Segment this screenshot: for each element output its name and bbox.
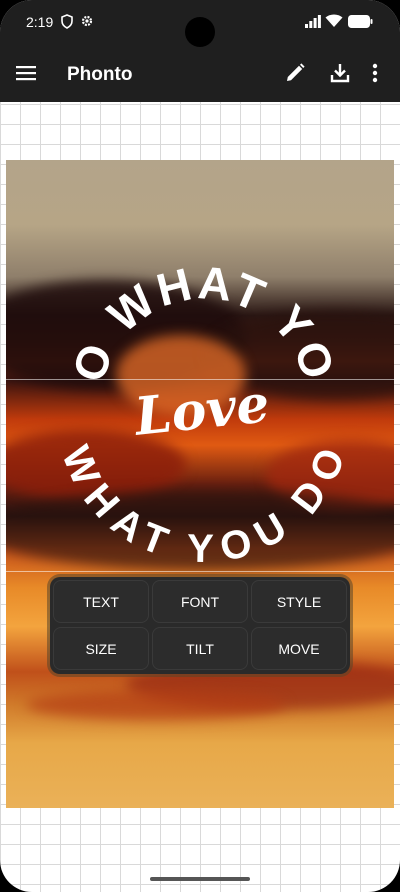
selection-guide-bottom — [6, 571, 394, 572]
love-script-text: Love — [130, 373, 272, 448]
arc-text-bottom: WHAT YOU DO — [53, 440, 355, 571]
text-button[interactable]: TEXT — [53, 580, 149, 623]
selection-guide-top — [6, 379, 394, 380]
font-button[interactable]: FONT — [152, 580, 248, 623]
arc-text-top: DO WHAT YOU — [6, 160, 346, 388]
editing-canvas[interactable]: DO WHAT YOU WHAT YOU DO Love — [6, 160, 394, 808]
status-time: 2:19 — [26, 14, 54, 30]
text-controls-panel: TEXT FONT STYLE SIZE TILT MOVE — [50, 577, 350, 674]
more-vert-icon[interactable] — [370, 62, 396, 88]
battery-icon — [348, 15, 373, 33]
style-button[interactable]: STYLE — [251, 580, 347, 623]
shield-icon — [60, 14, 74, 34]
status-bar: 2:19 — [0, 0, 400, 48]
app-bar: Phonto — [0, 48, 400, 102]
download-icon[interactable] — [329, 62, 355, 88]
settings-gear-icon — [80, 14, 94, 33]
menu-icon[interactable] — [15, 62, 41, 88]
edit-pencil-icon[interactable] — [284, 62, 310, 88]
tilt-button[interactable]: TILT — [152, 627, 248, 670]
circular-text-artwork[interactable]: DO WHAT YOU WHAT YOU DO Love — [6, 160, 394, 808]
move-button[interactable]: MOVE — [251, 627, 347, 670]
signal-icon — [305, 15, 321, 33]
wifi-icon — [325, 14, 343, 33]
gesture-nav-bar[interactable] — [150, 877, 250, 881]
size-button[interactable]: SIZE — [53, 627, 149, 670]
app-title: Phonto — [67, 64, 133, 85]
phone-screen: 2:19 Phonto O WHAT YO WHAT YOU DO Love T… — [0, 0, 400, 892]
front-camera — [185, 17, 215, 47]
